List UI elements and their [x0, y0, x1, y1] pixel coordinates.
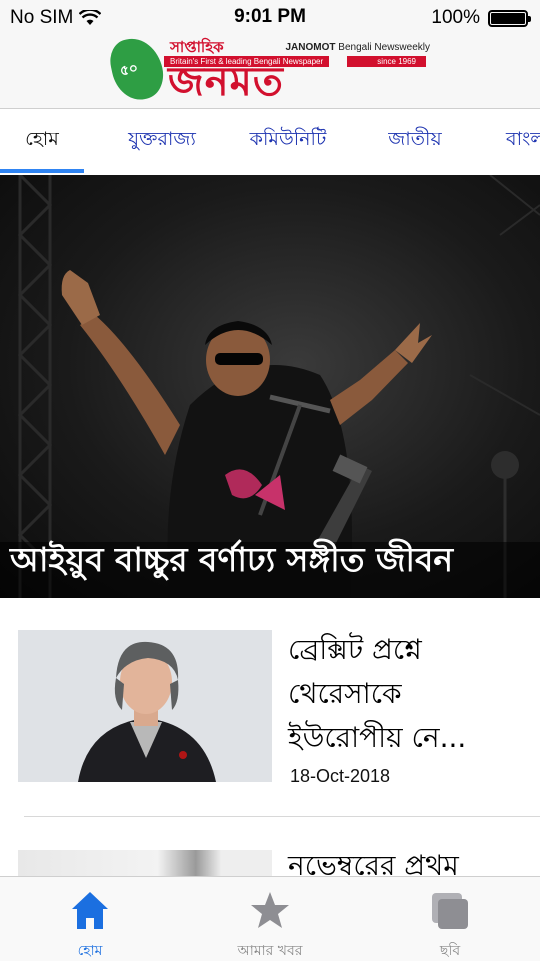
tab-bangladesh[interactable]: বাংলা: [488, 109, 540, 173]
featured-headline: আইয়ুব বাচ্চুর বর্ণাঢ্য সঙ্গীত জীবন: [10, 540, 454, 579]
janomot-logo[interactable]: ৫০ সাপ্তাহিক Britain's First & leading B…: [106, 33, 431, 105]
tab-label: বাংলা: [506, 128, 540, 150]
logo-english-bold: JANOMOT: [285, 42, 336, 53]
news-title: ব্রেক্সিট প্রশ্নে থেরেসাকে ইউরোপীয় নে..…: [288, 633, 467, 754]
logo-since: since 1969: [347, 56, 426, 67]
featured-caption-bar: আইয়ুব বাচ্চুর বর্ণাঢ্য সঙ্গীত জীবন: [0, 540, 540, 598]
tabbar-label: হোম: [77, 943, 103, 959]
logo-english-name: JANOMOT Bengali Newsweekly: [286, 42, 431, 53]
tab-community[interactable]: কমিউনিটি: [236, 109, 340, 173]
tab-label: হোম: [25, 128, 59, 150]
gallery-icon: [432, 893, 468, 929]
tab-label: যুক্তরাজ্য: [128, 128, 196, 150]
tabbar-home[interactable]: হোম: [0, 877, 180, 961]
battery-percent: 100%: [431, 7, 480, 28]
category-tabs: হোম যুক্তরাজ্য কমিউনিটি জাতীয় বাংলা: [0, 109, 540, 173]
news-item[interactable]: ব্রেক্সিট প্রশ্নে থেরেসাকে ইউরোপীয় নে..…: [18, 630, 528, 790]
tabbar-my-news[interactable]: আমার খবর: [180, 877, 360, 961]
tab-national[interactable]: জাতীয়: [372, 109, 458, 173]
tab-uk[interactable]: যুক্তরাজ্য: [100, 109, 224, 173]
battery-icon: [488, 9, 531, 27]
tab-label: জাতীয়: [388, 128, 442, 150]
featured-story[interactable]: আইয়ুব বাচ্চুর বর্ণাঢ্য সঙ্গীত জীবন: [0, 175, 540, 598]
tab-home[interactable]: হোম: [0, 109, 84, 173]
news-thumbnail: [18, 630, 272, 782]
tabbar-label: ছবি: [439, 943, 461, 959]
status-bar: No SIM 9:01 PM 100%: [0, 0, 540, 34]
logo-name: জনমত: [168, 59, 284, 105]
list-divider: [24, 816, 540, 817]
news-date: 18-Oct-2018: [290, 766, 391, 786]
news-photo: [18, 630, 272, 782]
star-icon: [251, 892, 289, 928]
tabbar-photos[interactable]: ছবি: [360, 877, 540, 961]
battery-fill: [491, 12, 525, 24]
logo-english-rest: Bengali Newsweekly: [335, 42, 430, 53]
active-tab-indicator: [0, 169, 84, 173]
tab-label: কমিউনিটি: [249, 128, 327, 150]
app-header: ৫০ সাপ্তাহিক Britain's First & leading B…: [0, 33, 540, 109]
bottom-tab-bar: হোম আমার খবর ছবি: [0, 876, 540, 961]
home-icon: [72, 892, 108, 929]
tabbar-label: আমার খবর: [237, 943, 303, 959]
status-right: 100%: [431, 7, 531, 29]
